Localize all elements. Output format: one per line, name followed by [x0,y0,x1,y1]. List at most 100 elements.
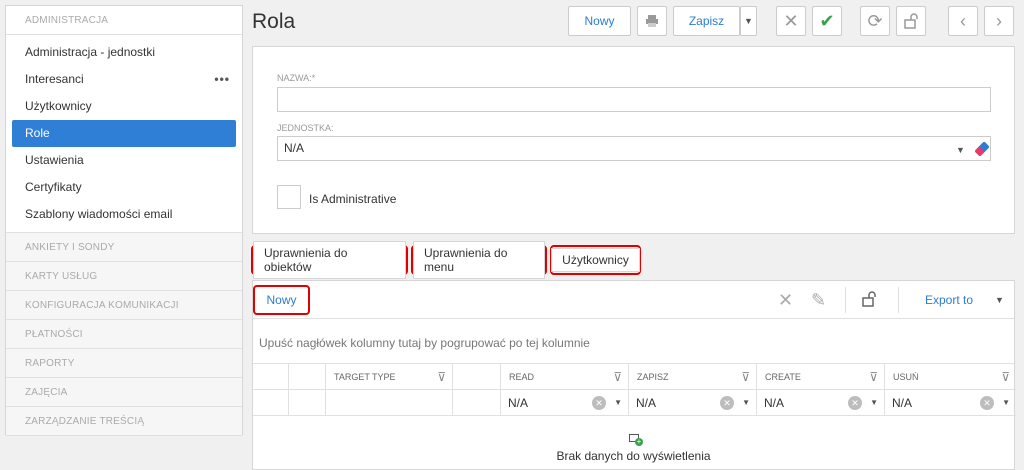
chevron-down-icon[interactable]: ▼ [995,295,1004,305]
filter-read[interactable]: N/A ✕ ▼ [501,390,629,416]
sidebar: ADMINISTRACJA Administracja - jednostki … [5,5,243,436]
tab-label: Użytkownicy [551,248,640,272]
add-icon: + [635,437,643,446]
clear-icon[interactable]: ✕ [980,396,994,410]
section-zajecia[interactable]: ZAJĘCIA [6,378,242,407]
filter-icon[interactable]: ⊽ [1001,364,1010,390]
section-raporty[interactable]: RAPORTY [6,349,242,378]
column-header-label: CREATE [765,372,801,382]
section-ankiety[interactable]: ANKIETY I SONDY [6,233,242,262]
filter-create[interactable]: N/A ✕ ▼ [757,390,885,416]
column-header-extra [453,364,501,390]
column-header-usun[interactable]: USUŃ ⊽ [885,364,1016,390]
next-button[interactable]: › [984,6,1014,36]
new-button[interactable]: Nowy [568,6,631,36]
column-header-label: ZAPISZ [637,372,669,382]
clear-icon[interactable]: ✕ [592,396,606,410]
chevron-down-icon[interactable]: ▼ [742,390,750,416]
unit-label: JEDNOSTKA: [277,123,334,133]
tab-label: Uprawnienia do obiektów [253,241,406,279]
more-icon[interactable]: ••• [214,66,230,93]
toolbar-divider [845,287,846,313]
sidebar-item-label: Interesanci [25,72,84,86]
chevron-left-icon: ‹ [960,10,966,31]
column-header-create[interactable]: CREATE ⊽ [757,364,885,390]
sidebar-item-certyfikaty[interactable]: Certyfikaty [6,174,242,201]
column-header-label: TARGET TYPE [334,372,396,382]
group-hint: Upuść nagłówek kolumny tutaj by pogrupow… [259,336,590,350]
column-header-select[interactable] [253,364,289,390]
chevron-down-icon[interactable]: ▼ [614,390,622,416]
unlock-button[interactable] [896,6,926,36]
filter-cell-target-type[interactable] [326,390,453,416]
chevron-down-icon[interactable]: ▼ [870,390,878,416]
filter-icon[interactable]: ⊽ [437,364,446,390]
column-header-target-type[interactable]: TARGET TYPE ⊽ [326,364,453,390]
column-header-zapisz[interactable]: ZAPISZ ⊽ [629,364,757,390]
check-icon: ✔ [819,10,835,31]
chevron-down-icon[interactable]: ▼ [1002,390,1010,416]
filter-value: N/A [892,396,913,410]
tab-label: Uprawnienia do menu [413,241,545,279]
filter-zapisz[interactable]: N/A ✕ ▼ [629,390,757,416]
chevron-down-icon[interactable]: ▼ [956,145,965,155]
column-header-read[interactable]: READ ⊽ [501,364,629,390]
filter-icon[interactable]: ⊽ [869,364,878,390]
close-icon: ✕ [783,10,799,31]
cancel-button[interactable]: ✕ [776,6,806,36]
column-header-label: READ [509,372,535,382]
unlock-icon [904,13,918,29]
chevron-down-icon: ▼ [744,16,753,26]
grid-new-button[interactable]: Nowy [253,285,310,315]
filter-value: N/A [508,396,529,410]
unlock-icon[interactable] [861,291,877,312]
prev-button[interactable]: ‹ [948,6,978,36]
no-data-message: Brak danych do wyświetlenia [556,449,711,463]
name-input[interactable] [277,87,991,112]
section-konfiguracja[interactable]: KONFIGURACJA KOMUNIKACJI [6,291,242,320]
delete-icon[interactable]: ✕ [778,290,793,311]
clear-icon[interactable]: ✕ [720,396,734,410]
filter-icon[interactable]: ⊽ [741,364,750,390]
section-karty-uslug[interactable]: KARTY USŁUG [6,262,242,291]
tab-object-permissions[interactable]: Uprawnienia do obiektów [251,241,408,279]
grid-toolbar: Nowy ✕ ✎ Export to ▼ [253,281,1014,319]
edit-icon[interactable]: ✎ [811,290,826,311]
tab-menu-permissions[interactable]: Uprawnienia do menu [411,241,547,279]
filter-value: N/A [636,396,657,410]
save-button[interactable]: Zapisz [673,6,740,36]
group-drop-area[interactable]: Upuść nagłówek kolumny tutaj by pogrupow… [253,319,1014,364]
is-administrative-checkbox[interactable] [277,185,301,209]
refresh-button[interactable]: ⟳ [860,6,890,36]
filter-cell-empty [253,390,289,416]
filter-value: N/A [764,396,785,410]
confirm-button[interactable]: ✔ [812,6,842,36]
clear-icon[interactable]: ✕ [848,396,862,410]
print-icon [646,15,658,27]
column-header-actions [289,364,326,390]
sidebar-item-szablony[interactable]: Szablony wiadomości email [6,201,242,228]
filter-usun[interactable]: N/A ✕ ▼ [885,390,1016,416]
column-header-label: USUŃ [893,372,919,382]
export-button[interactable]: Export to [925,293,973,307]
section-zarzadzanie[interactable]: ZARZĄDZANIE TREŚCIĄ [6,407,242,436]
print-button[interactable] [637,6,667,36]
tab-users[interactable]: Użytkownicy [550,245,641,275]
role-form: NAZWA:* JEDNOSTKA: N/A ▼ Is Administrati… [252,46,1015,234]
sidebar-item-ustawienia[interactable]: Ustawienia [6,147,242,174]
sidebar-item-jednostki[interactable]: Administracja - jednostki [6,39,242,66]
save-dropdown-button[interactable]: ▼ [740,6,757,36]
sidebar-item-role[interactable]: Role [12,120,236,147]
sidebar-item-interesanci[interactable]: Interesanci ••• [6,66,242,93]
name-label: NAZWA:* [277,73,316,83]
filter-icon[interactable]: ⊽ [613,364,622,390]
refresh-icon: ⟳ [867,10,883,31]
sidebar-item-uzytkownicy[interactable]: Użytkownicy [6,93,242,120]
permissions-grid: Nowy ✕ ✎ Export to ▼ Upuść nagłówek kolu… [252,280,1016,470]
admin-menu: Administracja - jednostki Interesanci ••… [6,35,242,233]
unit-select[interactable]: N/A [277,136,991,161]
section-platnosci[interactable]: PŁATNOŚCI [6,320,242,349]
unit-value: N/A [284,141,305,155]
is-administrative-label: Is Administrative [309,192,397,206]
section-administracja[interactable]: ADMINISTRACJA [6,6,242,35]
